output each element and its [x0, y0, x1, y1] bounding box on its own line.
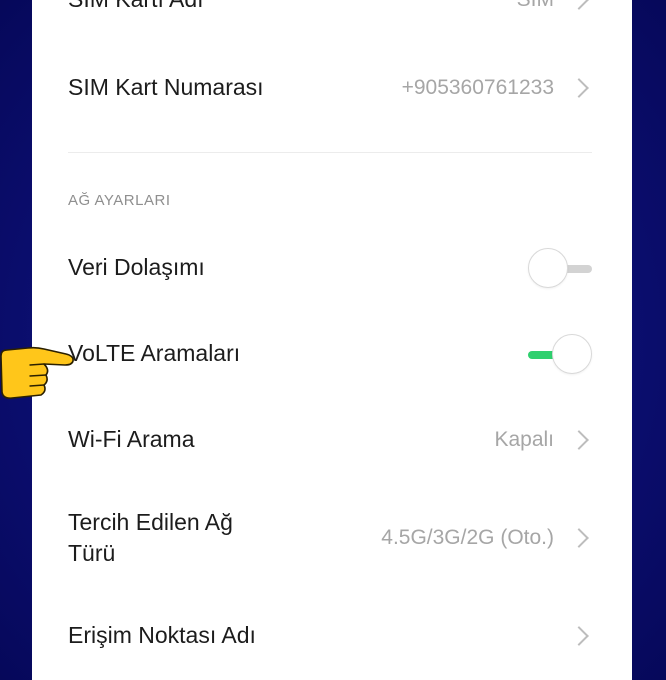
sim-card-number-value: +905360761233	[401, 76, 554, 99]
pointing-hand-icon	[0, 346, 74, 399]
sim-card-name-row[interactable]: SIM Kartı Adı SIM	[32, 0, 632, 26]
volte-calls-label: VoLTE Aramaları	[68, 340, 241, 367]
network-settings-header: AĞ AYARLARI	[68, 192, 171, 209]
preferred-network-type-label-line2: Türü	[68, 540, 116, 566]
volte-calls-toggle[interactable]	[528, 334, 592, 374]
data-roaming-label: Veri Dolaşımı	[68, 254, 205, 281]
wifi-calling-value: Kapalı	[494, 428, 554, 451]
chevron-right-icon	[569, 430, 589, 450]
chevron-right-icon	[569, 78, 589, 98]
chevron-right-icon	[569, 528, 589, 548]
access-point-name-label: Erişim Noktası Adı	[68, 622, 256, 649]
wifi-calling-row[interactable]: Wi-Fi Arama Kapalı	[32, 412, 632, 468]
sim-card-name-label: SIM Kartı Adı	[68, 0, 517, 16]
settings-screen: SIM Kartı Adı SIM SIM Kart Numarası +905…	[32, 0, 632, 680]
sim-card-name-value: SIM	[517, 0, 554, 12]
wifi-calling-label: Wi-Fi Arama	[68, 426, 195, 453]
preferred-network-type-label-line1: Tercih Edilen Ağ	[68, 508, 233, 535]
sim-card-number-row[interactable]: SIM Kart Numarası +905360761233	[32, 60, 632, 116]
data-roaming-toggle[interactable]	[528, 248, 592, 288]
toggle-knob	[552, 334, 592, 374]
toggle-knob	[528, 248, 568, 288]
data-roaming-row[interactable]: Veri Dolaşımı	[32, 240, 632, 296]
volte-calls-row[interactable]: VoLTE Aramaları	[32, 326, 632, 382]
access-point-name-row[interactable]: Erişim Noktası Adı	[32, 608, 632, 664]
preferred-network-type-value: 4.5G/3G/2G (Oto.)	[381, 526, 554, 549]
preferred-network-type-row[interactable]: Tercih Edilen Ağ Türü 4.5G/3G/2G (Oto.)	[32, 500, 632, 576]
chevron-right-icon	[569, 626, 589, 646]
section-divider	[68, 152, 592, 153]
sim-card-number-label: SIM Kart Numarası	[68, 74, 264, 101]
chevron-right-icon	[569, 0, 589, 10]
preferred-network-type-label: Tercih Edilen Ağ Türü	[68, 507, 381, 569]
